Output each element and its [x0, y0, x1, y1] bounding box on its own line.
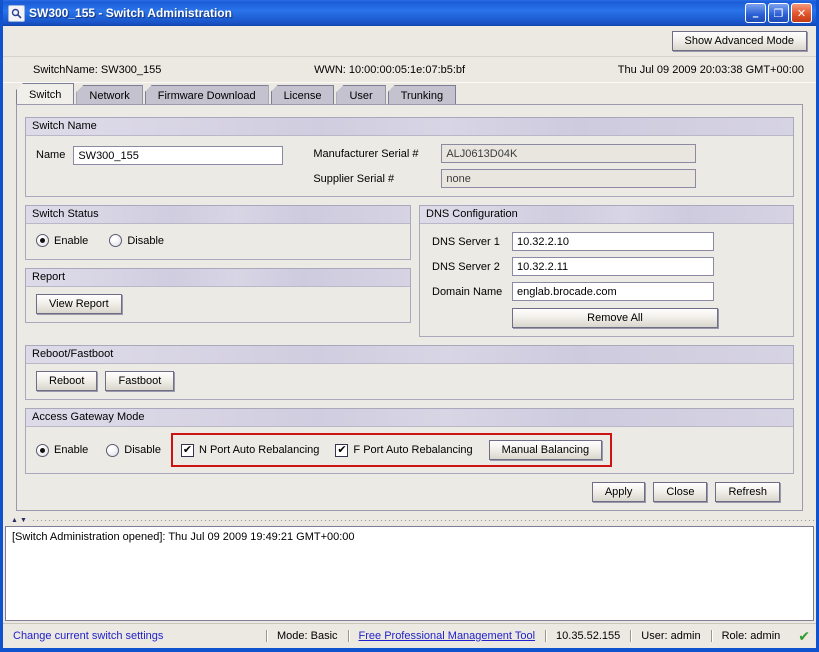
switch-ip-text: 10.35.52.155 [545, 630, 630, 642]
close-window-button[interactable]: ✕ [791, 3, 812, 23]
supplier-serial-field [441, 169, 697, 188]
switch-info-bar: SwitchName: SW300_155 WWN: 10:00:00:05:1… [3, 56, 816, 83]
split-pane-divider[interactable]: ▲▼ [5, 514, 814, 526]
tab-network[interactable]: Network [76, 85, 143, 104]
reboot-section-title: Reboot/Fastboot [26, 346, 793, 364]
switch-status-disable-radio[interactable]: Disable [109, 234, 164, 247]
ag-enable-radio[interactable]: Enable [36, 443, 88, 457]
nport-auto-rebalancing-checkbox[interactable]: ✔ N Port Auto Rebalancing [180, 443, 319, 457]
ag-disable-radio[interactable]: Disable [106, 443, 161, 457]
report-section-title: Report [26, 269, 410, 287]
close-button[interactable]: Close [653, 482, 708, 502]
switch-name-section: Switch Name Name Manufacturer Serial # S… [25, 117, 794, 197]
title-bar: SW300_155 - Switch Administration – ❐ ✕ [3, 0, 816, 26]
wwn-text: WWN: 10:00:00:05:1e:07:b5:bf [314, 63, 466, 76]
tab-switch[interactable]: Switch [16, 83, 75, 104]
access-gateway-section-title: Access Gateway Mode [26, 409, 793, 427]
status-hint-text: Change current switch settings [13, 630, 164, 642]
checkbox-checked-icon: ✔ [335, 443, 349, 457]
magnifier-glyph [11, 8, 22, 19]
tab-user[interactable]: User [336, 85, 386, 104]
user-indicator: User: admin [630, 630, 710, 642]
radio-selected-icon [36, 234, 49, 247]
connection-ok-icon: ✔ [798, 627, 810, 644]
radio-unselected-icon [106, 443, 120, 457]
apply-button[interactable]: Apply [591, 482, 646, 502]
app-icon[interactable] [8, 4, 25, 22]
access-gateway-section: Access Gateway Mode Enable Disable ✔ N P… [25, 408, 794, 474]
switch-administration-window: SW300_155 - Switch Administration – ❐ ✕ … [0, 0, 819, 652]
fport-auto-rebalancing-checkbox[interactable]: ✔ F Port Auto Rebalancing [335, 443, 473, 457]
dns-server2-label: DNS Server 2 [432, 260, 500, 273]
name-label: Name [36, 149, 66, 161]
dns-configuration-section: DNS Configuration DNS Server 1 DNS Serve… [419, 205, 794, 337]
datetime-text: Thu Jul 09 2009 20:03:38 GMT+00:00 [617, 63, 804, 76]
reboot-button[interactable]: Reboot [36, 371, 98, 391]
radio-unselected-icon [109, 234, 123, 247]
switch-name-section-title: Switch Name [26, 118, 793, 136]
tab-bar: Switch Network Firmware Download License… [3, 83, 816, 104]
log-entry: [Switch Administration opened]: Thu Jul … [12, 531, 355, 543]
dns-section-title: DNS Configuration [420, 206, 793, 224]
tab-trunking[interactable]: Trunking [387, 85, 457, 104]
supplier-serial-label: Supplier Serial # [313, 172, 395, 185]
switch-status-section: Switch Status Enable Disable [25, 205, 411, 260]
minimize-button[interactable]: – [745, 3, 766, 23]
refresh-button[interactable]: Refresh [715, 482, 780, 502]
reboot-fastboot-section: Reboot/Fastboot Reboot Fastboot [25, 345, 794, 400]
radio-selected-icon [36, 443, 49, 457]
role-indicator: Role: admin [710, 630, 791, 642]
management-tool-link[interactable]: Free Professional Management Tool [359, 630, 536, 642]
manual-balancing-button[interactable]: Manual Balancing [488, 440, 603, 460]
report-section: Report View Report [25, 268, 411, 323]
switch-tab-panel: Switch Name Name Manufacturer Serial # S… [16, 104, 803, 511]
manufacturer-serial-field [441, 144, 697, 163]
event-log-panel[interactable]: [Switch Administration opened]: Thu Jul … [5, 526, 814, 621]
window-title: SW300_155 - Switch Administration [29, 6, 232, 20]
dns-server1-label: DNS Server 1 [432, 235, 500, 248]
tab-firmware-download[interactable]: Firmware Download [144, 85, 269, 104]
domain-name-label: Domain Name [432, 285, 503, 298]
remove-all-button[interactable]: Remove All [512, 308, 718, 328]
fastboot-button[interactable]: Fastboot [105, 371, 175, 391]
switch-status-section-title: Switch Status [26, 206, 410, 224]
switch-status-enable-radio[interactable]: Enable [36, 234, 88, 247]
dns-server1-input[interactable] [512, 232, 714, 251]
manufacturer-serial-label: Manufacturer Serial # [313, 147, 419, 160]
splitter-collapse-icons[interactable]: ▲▼ [11, 517, 29, 524]
tab-license[interactable]: License [270, 85, 335, 104]
view-report-button[interactable]: View Report [36, 294, 122, 314]
rebalancing-highlight-box: ✔ N Port Auto Rebalancing ✔ F Port Auto … [170, 433, 613, 467]
maximize-button[interactable]: ❐ [768, 3, 789, 23]
advanced-mode-row: Show Advanced Mode [3, 26, 816, 56]
action-button-row: Apply Close Refresh [25, 482, 794, 502]
switch-name-text: SwitchName: SW300_155 [33, 63, 162, 76]
mode-indicator: Mode: Basic [265, 630, 348, 642]
splitter-grip[interactable] [32, 518, 814, 522]
domain-name-input[interactable] [512, 282, 714, 301]
switch-name-input[interactable] [73, 146, 284, 165]
dns-server2-input[interactable] [512, 257, 714, 276]
status-bar: Change current switch settings Mode: Bas… [3, 623, 816, 648]
show-advanced-mode-button[interactable]: Show Advanced Mode [671, 31, 807, 51]
checkbox-checked-icon: ✔ [180, 443, 194, 457]
